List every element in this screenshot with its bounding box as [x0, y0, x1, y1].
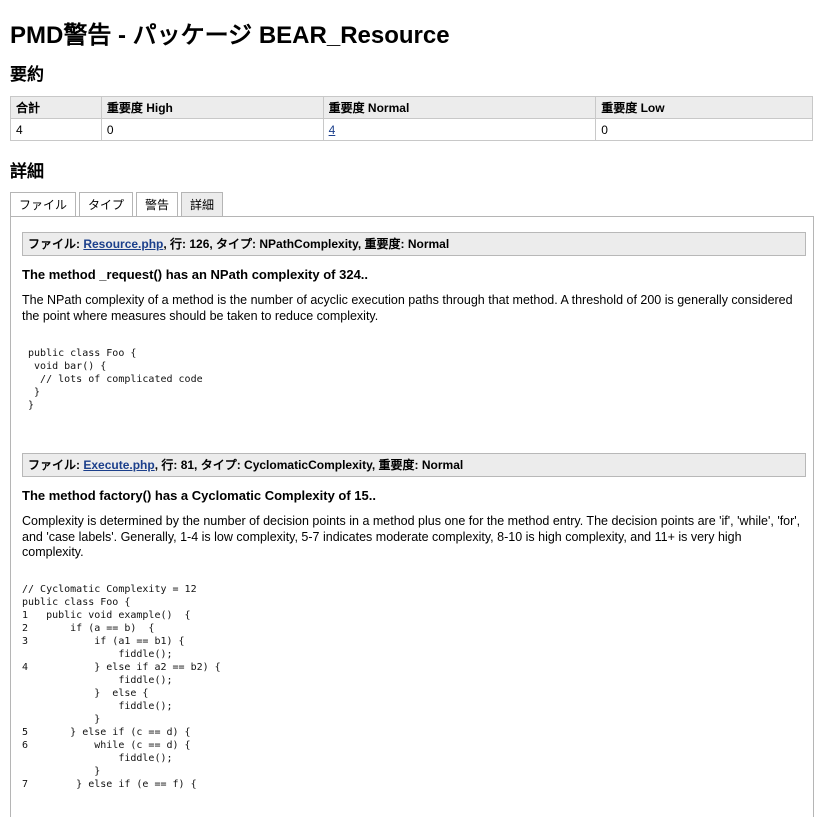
summary-header-row: 合計 重要度 High 重要度 Normal 重要度 Low: [10, 96, 813, 119]
violation-code-example: // Cyclomatic Complexity = 12 public cla…: [22, 584, 221, 790]
violation-meta: , 行: 81, タイプ: CyclomaticComplexity, 重要度:…: [154, 458, 464, 472]
violation-file-label: ファイル:: [28, 237, 84, 251]
summary-total-value: 4: [10, 118, 102, 141]
tab-details[interactable]: 詳細: [181, 192, 224, 216]
details-panel: ファイル: Resource.php, 行: 126, タイプ: NPathCo…: [10, 216, 814, 817]
summary-header-total: 合計: [10, 96, 102, 119]
violation-message: The method _request() has an NPath compl…: [22, 267, 369, 282]
details-tabs: ファイル タイプ 警告 詳細: [10, 192, 226, 216]
tab-warning[interactable]: 警告: [136, 192, 179, 216]
violation-description: The NPath complexity of a method is the …: [22, 293, 793, 323]
violation-meta: , 行: 126, タイプ: NPathComplexity, 重要度: Nor…: [163, 237, 450, 251]
violation-file-label: ファイル:: [28, 458, 84, 472]
summary-normal-cell: 4: [322, 118, 597, 141]
summary-header-normal: 重要度 Normal: [322, 96, 597, 119]
summary-low-value: 0: [595, 118, 813, 141]
violation-header: ファイル: Execute.php, 行: 81, タイプ: Cyclomati…: [22, 453, 806, 477]
summary-value-row: 4 0 4 0: [10, 118, 813, 141]
violation-code-example: public class Foo { void bar() { // lots …: [28, 348, 203, 411]
violation-header: ファイル: Resource.php, 行: 126, タイプ: NPathCo…: [22, 232, 806, 256]
violation-description: Complexity is determined by the number o…: [22, 514, 801, 559]
tab-file[interactable]: ファイル: [10, 192, 77, 216]
details-heading: 詳細: [10, 162, 44, 181]
tab-type[interactable]: タイプ: [79, 192, 134, 216]
summary-header-low: 重要度 Low: [595, 96, 813, 119]
summary-heading: 要約: [10, 65, 44, 84]
page-title: PMD警告 - パッケージ BEAR_Resource: [10, 22, 450, 49]
violation-file-link[interactable]: Resource.php: [83, 237, 163, 251]
summary-table: 合計 重要度 High 重要度 Normal 重要度 Low 4 0 4 0: [10, 96, 813, 141]
violation-file-link[interactable]: Execute.php: [83, 458, 154, 472]
summary-high-value: 0: [100, 118, 324, 141]
violation-message: The method factory() has a Cyclomatic Co…: [22, 488, 376, 503]
summary-normal-link[interactable]: 4: [329, 123, 336, 137]
summary-header-high: 重要度 High: [100, 96, 324, 119]
